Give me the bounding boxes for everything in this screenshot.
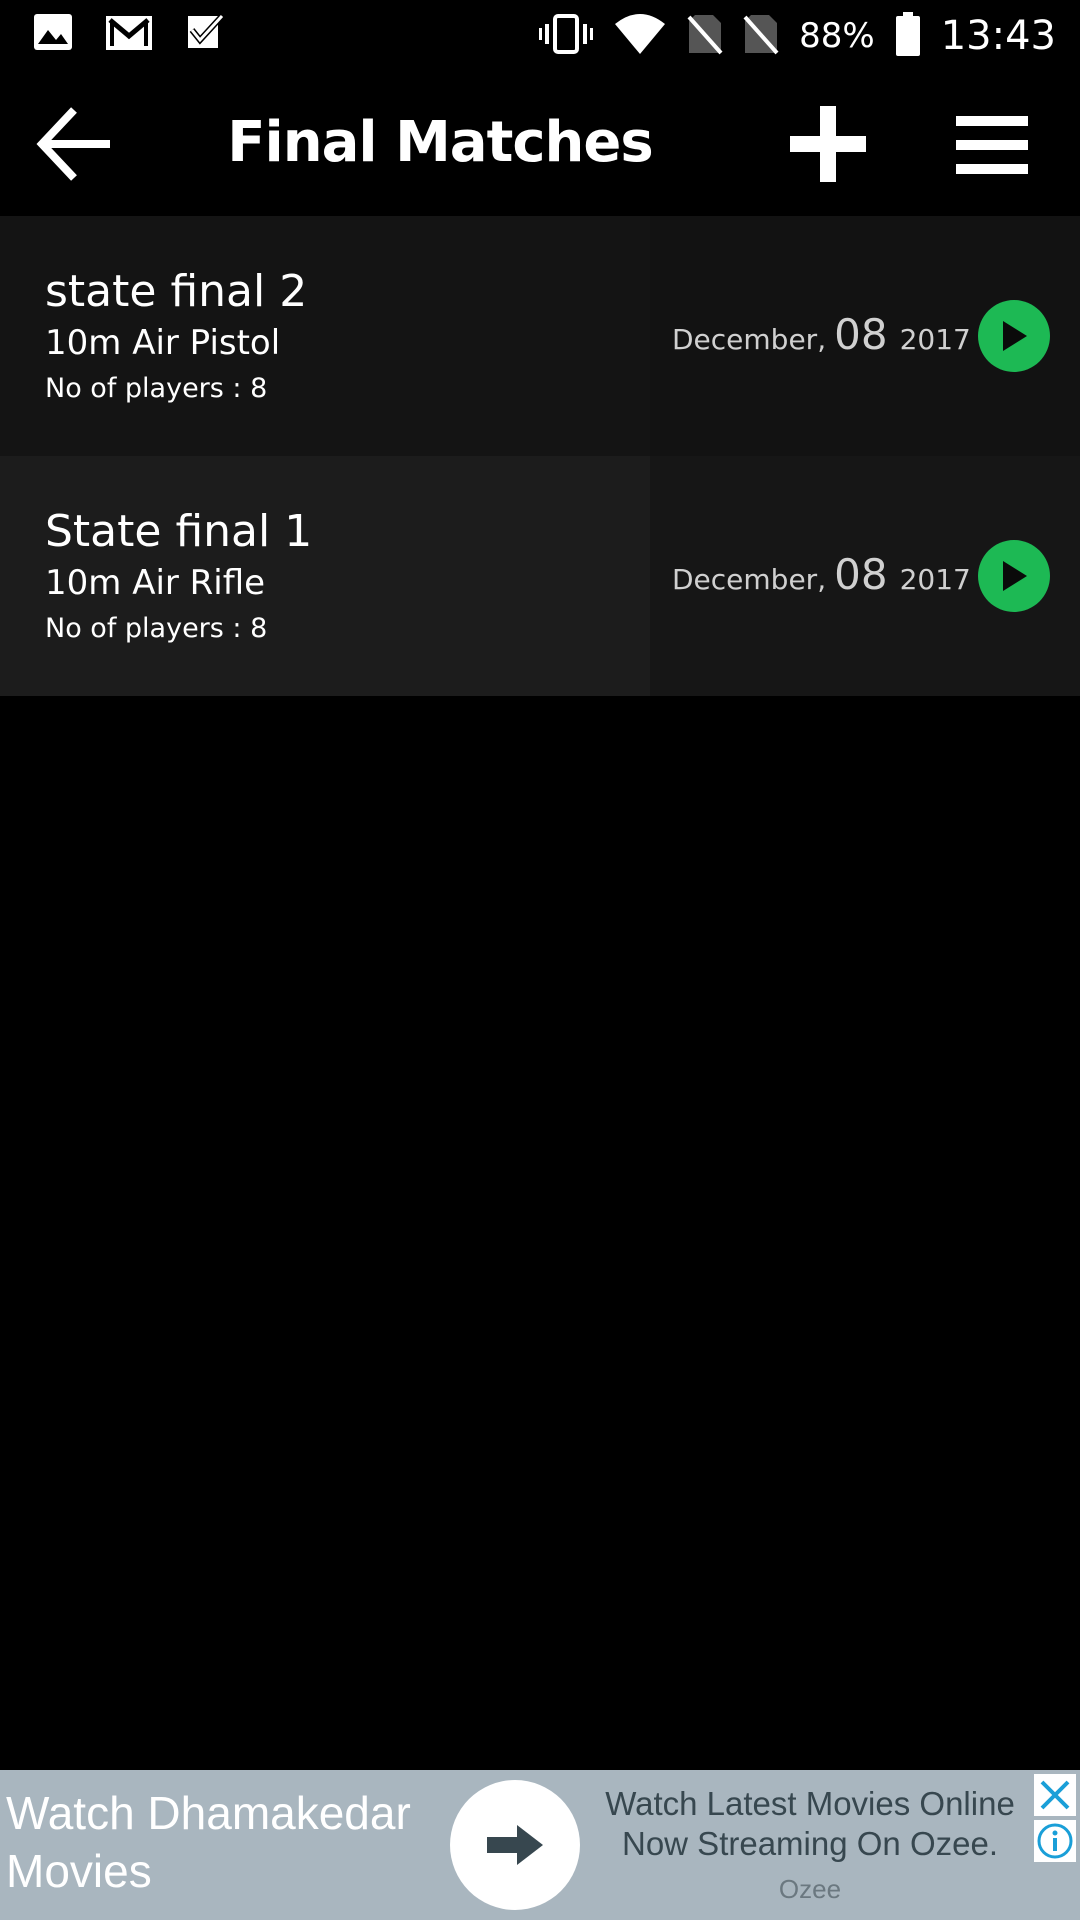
ad-close-button[interactable] (1034, 1774, 1076, 1816)
match-info: state final 2 10m Air Pistol No of playe… (0, 216, 650, 456)
date-day: 08 (834, 550, 888, 599)
tasks-check-icon (184, 12, 226, 56)
arrow-left-icon (36, 107, 110, 181)
ad-body: Watch Latest Movies Online Now Streaming… (605, 1785, 1015, 1862)
arrow-right-icon (487, 1825, 543, 1865)
match-name: state final 2 (45, 266, 308, 317)
back-button[interactable] (34, 104, 114, 184)
date-month: December, (672, 323, 827, 356)
no-sim-icon (743, 13, 779, 59)
match-event: 10m Air Rifle (45, 563, 266, 603)
close-icon (1040, 1780, 1070, 1810)
wifi-icon (613, 12, 667, 60)
match-meta: December, 08 2017 (650, 216, 1080, 456)
match-date: December, 08 2017 (672, 310, 971, 360)
app-toolbar: Final Matches (0, 72, 1080, 216)
match-event: 10m Air Pistol (45, 323, 281, 363)
vibrate-icon (539, 14, 594, 58)
match-players: No of players : 8 (45, 613, 268, 644)
play-icon (1003, 321, 1027, 351)
image-icon (32, 12, 74, 56)
status-time: 13:43 (940, 13, 1056, 59)
match-name: State final 1 (45, 506, 313, 557)
play-button[interactable] (978, 540, 1050, 612)
add-match-button[interactable] (786, 102, 870, 186)
date-year: 2017 (899, 563, 971, 596)
list-item[interactable]: state final 2 10m Air Pistol No of playe… (0, 216, 1080, 456)
match-date: December, 08 2017 (672, 550, 971, 600)
notification-icons (32, 12, 226, 56)
menu-button[interactable] (952, 110, 1032, 180)
plus-icon (790, 106, 866, 182)
ad-banner[interactable]: Watch Dhamakedar Movies Watch Latest Mov… (0, 1770, 1080, 1920)
play-icon (1003, 561, 1027, 591)
page-title: Final Matches (227, 110, 653, 175)
battery-percentage: 88% (799, 16, 875, 56)
ad-brand: Ozee (778, 1874, 842, 1904)
match-list: state final 2 10m Air Pistol No of playe… (0, 216, 1080, 696)
play-button[interactable] (978, 300, 1050, 372)
date-day: 08 (834, 310, 888, 359)
date-year: 2017 (899, 323, 971, 356)
no-sim-icon (687, 13, 723, 59)
ad-info-button[interactable] (1034, 1820, 1076, 1862)
ad-cta-button[interactable] (450, 1780, 580, 1910)
match-players: No of players : 8 (45, 373, 268, 404)
final-matches-screen: 88% 13:43 Final Matches state final 2 10… (0, 0, 1080, 1920)
status-bar: 88% 13:43 (0, 0, 1080, 72)
hamburger-menu-icon (956, 116, 1028, 174)
ad-headline: Watch Dhamakedar Movies (6, 1787, 411, 1897)
gmail-icon (104, 12, 154, 56)
match-info: State final 1 10m Air Rifle No of player… (0, 456, 650, 696)
battery-icon (895, 12, 921, 60)
date-month: December, (672, 563, 827, 596)
info-icon (1037, 1823, 1073, 1859)
system-status-icons: 88% 13:43 (539, 8, 1056, 64)
list-item[interactable]: State final 1 10m Air Rifle No of player… (0, 456, 1080, 696)
match-meta: December, 08 2017 (650, 456, 1080, 696)
